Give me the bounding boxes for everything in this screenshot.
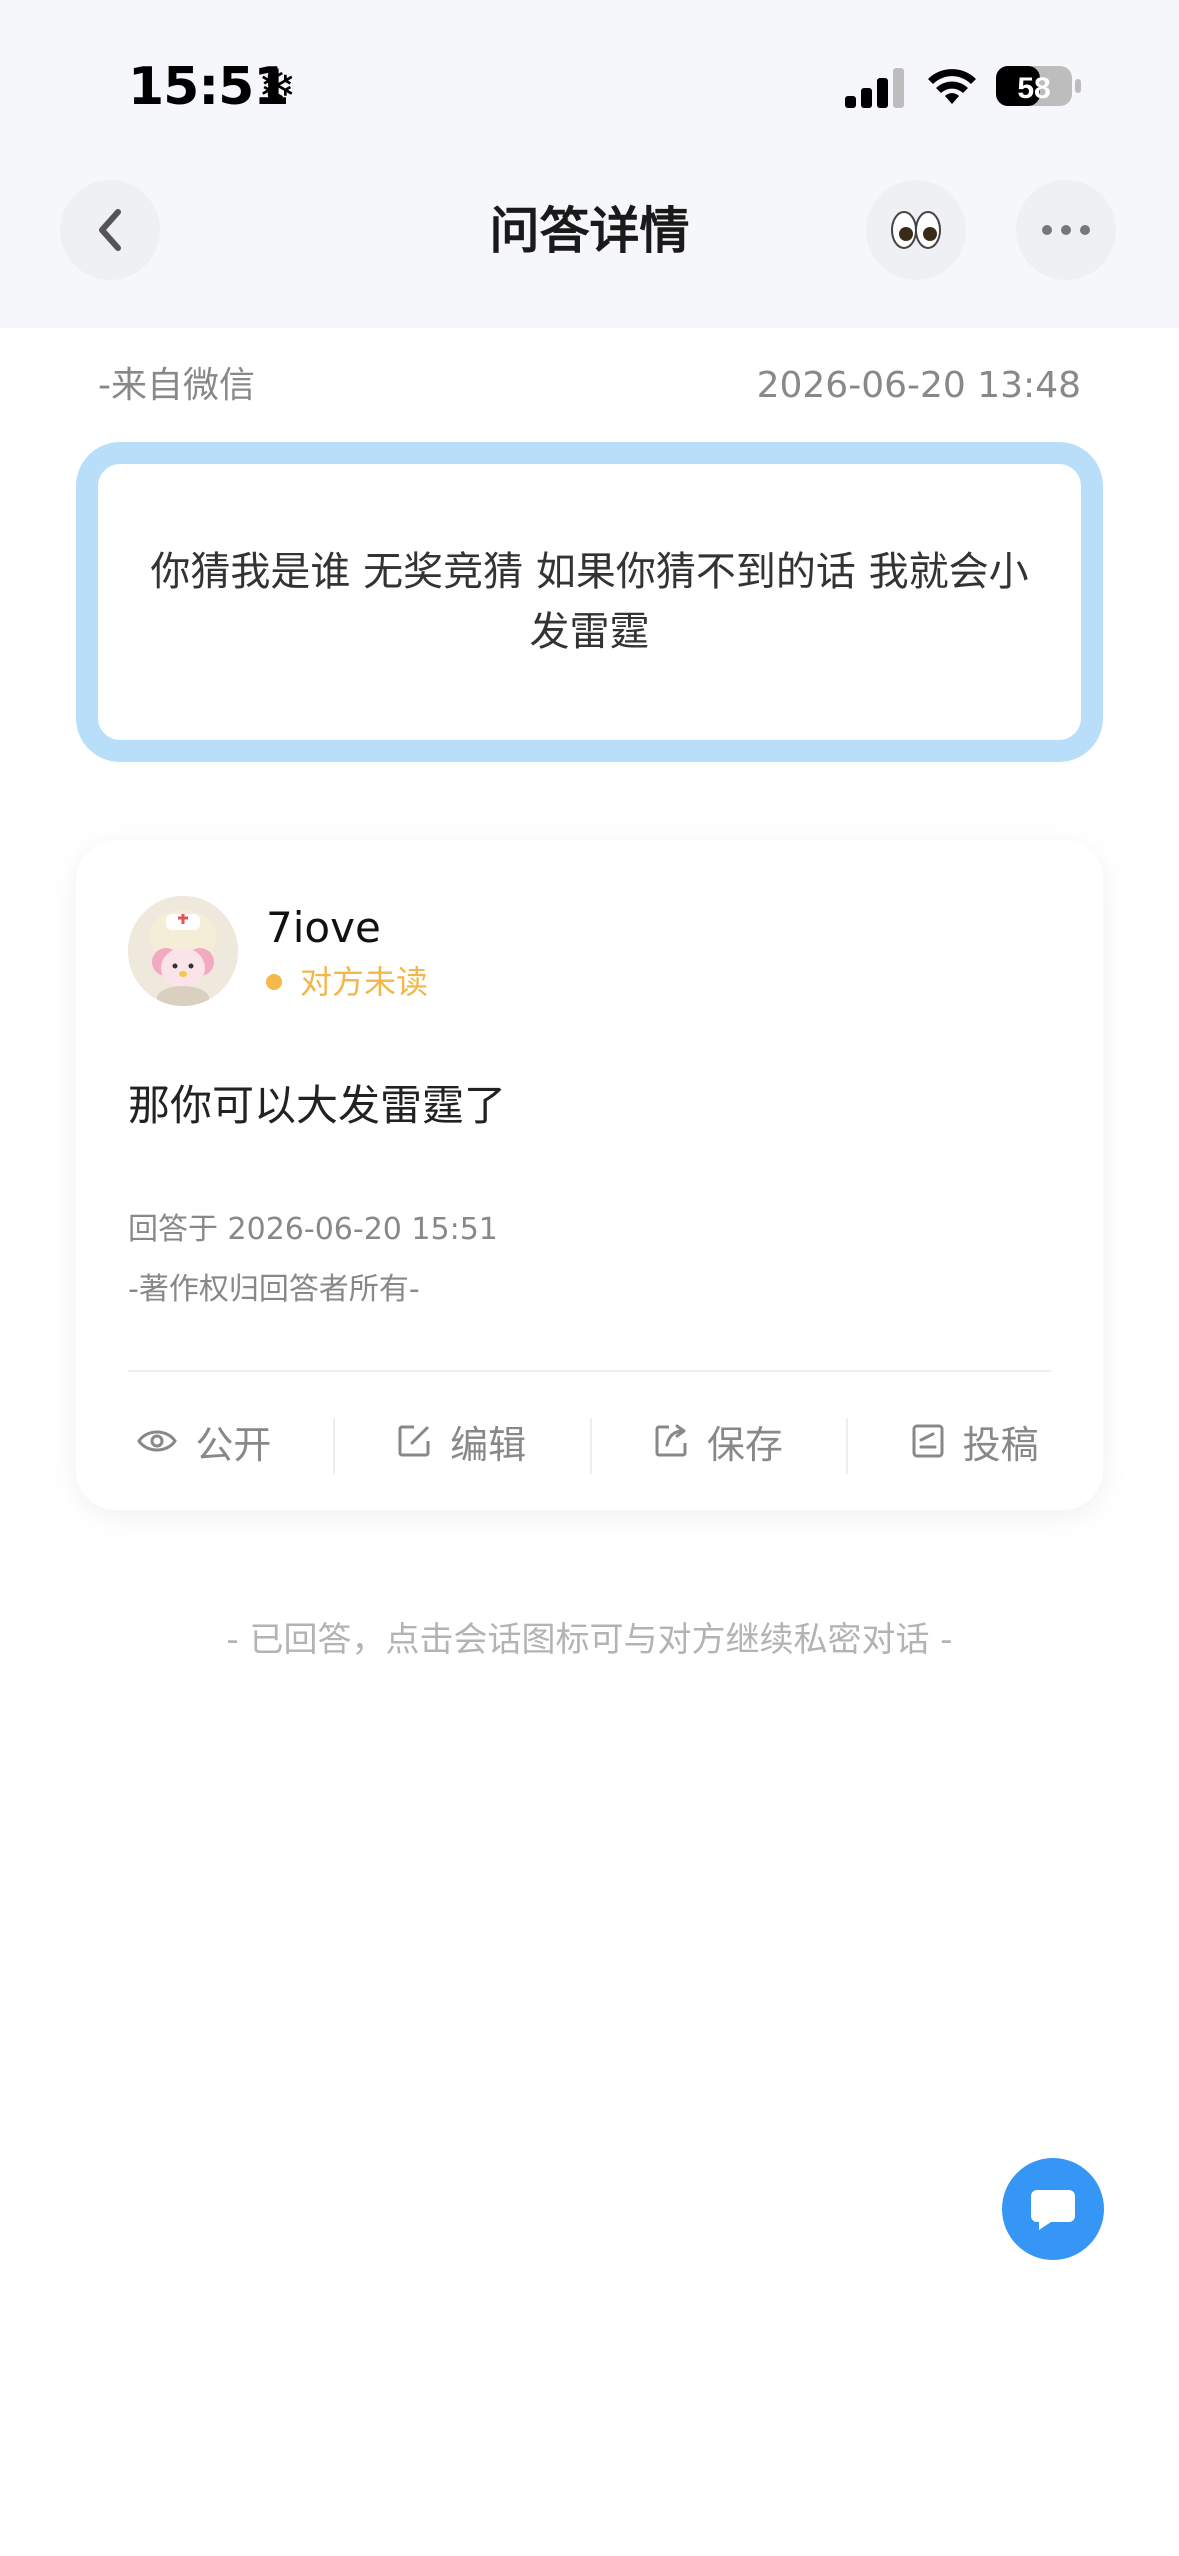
answer-text: 那你可以大发雷霆了 xyxy=(128,1081,507,1130)
cellular-signal-icon xyxy=(845,68,904,108)
chat-button[interactable] xyxy=(1002,2158,1104,2260)
edit-icon xyxy=(398,1425,430,1457)
wifi-icon xyxy=(928,69,976,104)
question-date: 2026-06-20 13:48 xyxy=(756,365,1081,406)
read-status: 对方未读 xyxy=(266,960,428,1004)
answerer-name[interactable]: 7iove xyxy=(266,900,381,956)
snowflake-icon: ❄ xyxy=(258,59,297,113)
question-source: -来自微信 xyxy=(98,365,255,406)
submit-button[interactable]: 投稿 xyxy=(846,1372,1103,1510)
question-card: 你猜我是谁 无奖竞猜 如果你猜不到的话 我就会小发雷霆 xyxy=(76,442,1103,762)
header-area xyxy=(0,0,1179,328)
answer-card: 7iove 对方未读 那你可以大发雷霆了 回答于 2026-06-20 15:5… xyxy=(76,840,1103,1510)
page-title: 问答详情 xyxy=(489,202,690,260)
answer-actions: 公开 编辑 保存 投稿 xyxy=(76,1372,1103,1510)
avatar[interactable] xyxy=(128,896,238,1006)
reply-hint: - 已回答，点击会话图标可与对方继续私密对话 - xyxy=(226,1620,953,1660)
save-label: 保存 xyxy=(706,1422,783,1467)
copyright-note: -著作权归回答者所有- xyxy=(128,1272,420,1307)
answer-time: 回答于 2026-06-20 15:51 xyxy=(128,1212,498,1247)
public-button[interactable]: 公开 xyxy=(76,1372,333,1510)
battery-icon: 58 xyxy=(996,66,1081,106)
submit-label: 投稿 xyxy=(962,1422,1039,1467)
edit-button[interactable]: 编辑 xyxy=(332,1372,590,1510)
eyes-icon xyxy=(891,211,941,249)
more-icon xyxy=(1042,225,1090,235)
edit-label: 编辑 xyxy=(450,1422,527,1467)
eye-icon xyxy=(137,1430,178,1452)
battery-level: 58 xyxy=(1017,72,1050,105)
public-label: 公开 xyxy=(195,1422,272,1467)
question-text: 你猜我是谁 无奖竞猜 如果你猜不到的话 我就会小发雷霆 xyxy=(150,549,1029,655)
read-status-label: 对方未读 xyxy=(300,963,429,1001)
share-icon xyxy=(655,1424,687,1457)
avatar-image xyxy=(128,896,238,1006)
chat-bubble-icon xyxy=(1031,2190,1075,2230)
more-button[interactable] xyxy=(1016,180,1116,280)
save-button[interactable]: 保存 xyxy=(589,1372,847,1510)
unread-dot-icon xyxy=(266,974,282,990)
eyes-button[interactable] xyxy=(866,180,966,280)
document-icon xyxy=(912,1424,944,1458)
